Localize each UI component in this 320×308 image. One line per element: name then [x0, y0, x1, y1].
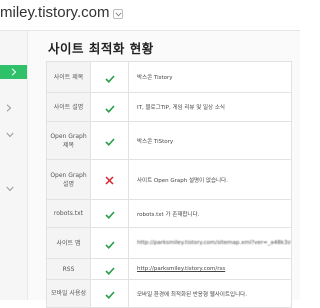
- table-row: 사이트 맵 http://parksmiley.tistory.com/site…: [46, 227, 292, 259]
- table-row: 사이트 제목 박스콘 Tistory: [46, 61, 292, 93]
- chevron-down-icon[interactable]: [6, 132, 14, 138]
- top-bar: miley.tistory.com: [0, 0, 300, 31]
- table-row: robots.txt robots.txt 가 존재합니다.: [46, 199, 292, 228]
- row-value: 모바일 환경에 최적화된 반응형 웹사이트입니다.: [128, 279, 292, 308]
- table-row: Open Graph 설명 사이트 Open Graph 설명이 없습니다.: [46, 159, 292, 200]
- sidebar-item-active[interactable]: [0, 65, 27, 79]
- row-value: 박스콘 Tistory: [128, 61, 292, 93]
- table-row: 사이트 설명 IT, 블로그TIP, 게임 리뷰 및 일상 소식: [46, 92, 292, 122]
- check-icon: [104, 138, 115, 146]
- check-icon: [104, 104, 115, 113]
- status-cell: [90, 279, 129, 308]
- page-title: 사이트 최적화 현황: [48, 41, 154, 56]
- row-label: 사이트 설명: [46, 92, 91, 122]
- table-row: 모바일 사용성 모바일 환경에 최적화된 반응형 웹사이트입니다.: [46, 279, 292, 308]
- status-cell: [90, 227, 129, 259]
- check-icon: [104, 291, 115, 299]
- sidebar: [0, 31, 28, 300]
- chevron-right-icon[interactable]: [6, 104, 12, 112]
- chevron-down-icon[interactable]: [6, 186, 14, 192]
- row-label: Open Graph 설명: [46, 159, 91, 200]
- row-value: 박스콘 TiStory: [128, 121, 292, 160]
- site-title[interactable]: miley.tistory.com: [0, 4, 109, 21]
- optimization-table: 사이트 제목 박스콘 Tistory 사이트 설명 IT, 블로그TIP, 게임…: [46, 61, 292, 308]
- status-cell: [90, 199, 129, 228]
- site-switcher-button[interactable]: [113, 9, 123, 19]
- sitemap-link[interactable]: http://parksmiley.tistory.com/sitemap.xm…: [128, 227, 292, 259]
- table-row: RSS http://parksmiley.tistory.com/rss: [46, 258, 292, 280]
- status-cell: [90, 258, 129, 280]
- row-value: 사이트 Open Graph 설명이 없습니다.: [128, 159, 292, 200]
- check-icon: [104, 74, 115, 83]
- row-label: Open Graph 제목: [46, 121, 91, 160]
- row-label: 모바일 사용성: [46, 279, 91, 308]
- row-label: robots.txt: [46, 199, 91, 228]
- row-label: 사이트 맵: [46, 227, 91, 259]
- check-icon: [104, 211, 115, 219]
- chevron-down-icon: [115, 12, 122, 17]
- status-cell: [90, 92, 129, 122]
- row-label: RSS: [46, 258, 91, 280]
- table-row: Open Graph 제목 박스콘 TiStory: [46, 121, 292, 160]
- chevron-right-icon: [11, 68, 17, 76]
- check-icon: [104, 266, 115, 275]
- row-value: IT, 블로그TIP, 게임 리뷰 및 일상 소식: [128, 92, 292, 122]
- status-cell: [90, 121, 129, 160]
- status-cell: [90, 61, 129, 93]
- rss-link[interactable]: http://parksmiley.tistory.com/rss: [128, 258, 292, 280]
- error-x-icon: [105, 176, 114, 185]
- check-icon: [104, 240, 115, 249]
- row-value: robots.txt 가 존재합니다.: [128, 199, 292, 228]
- row-label: 사이트 제목: [46, 61, 91, 93]
- status-cell: [90, 159, 129, 200]
